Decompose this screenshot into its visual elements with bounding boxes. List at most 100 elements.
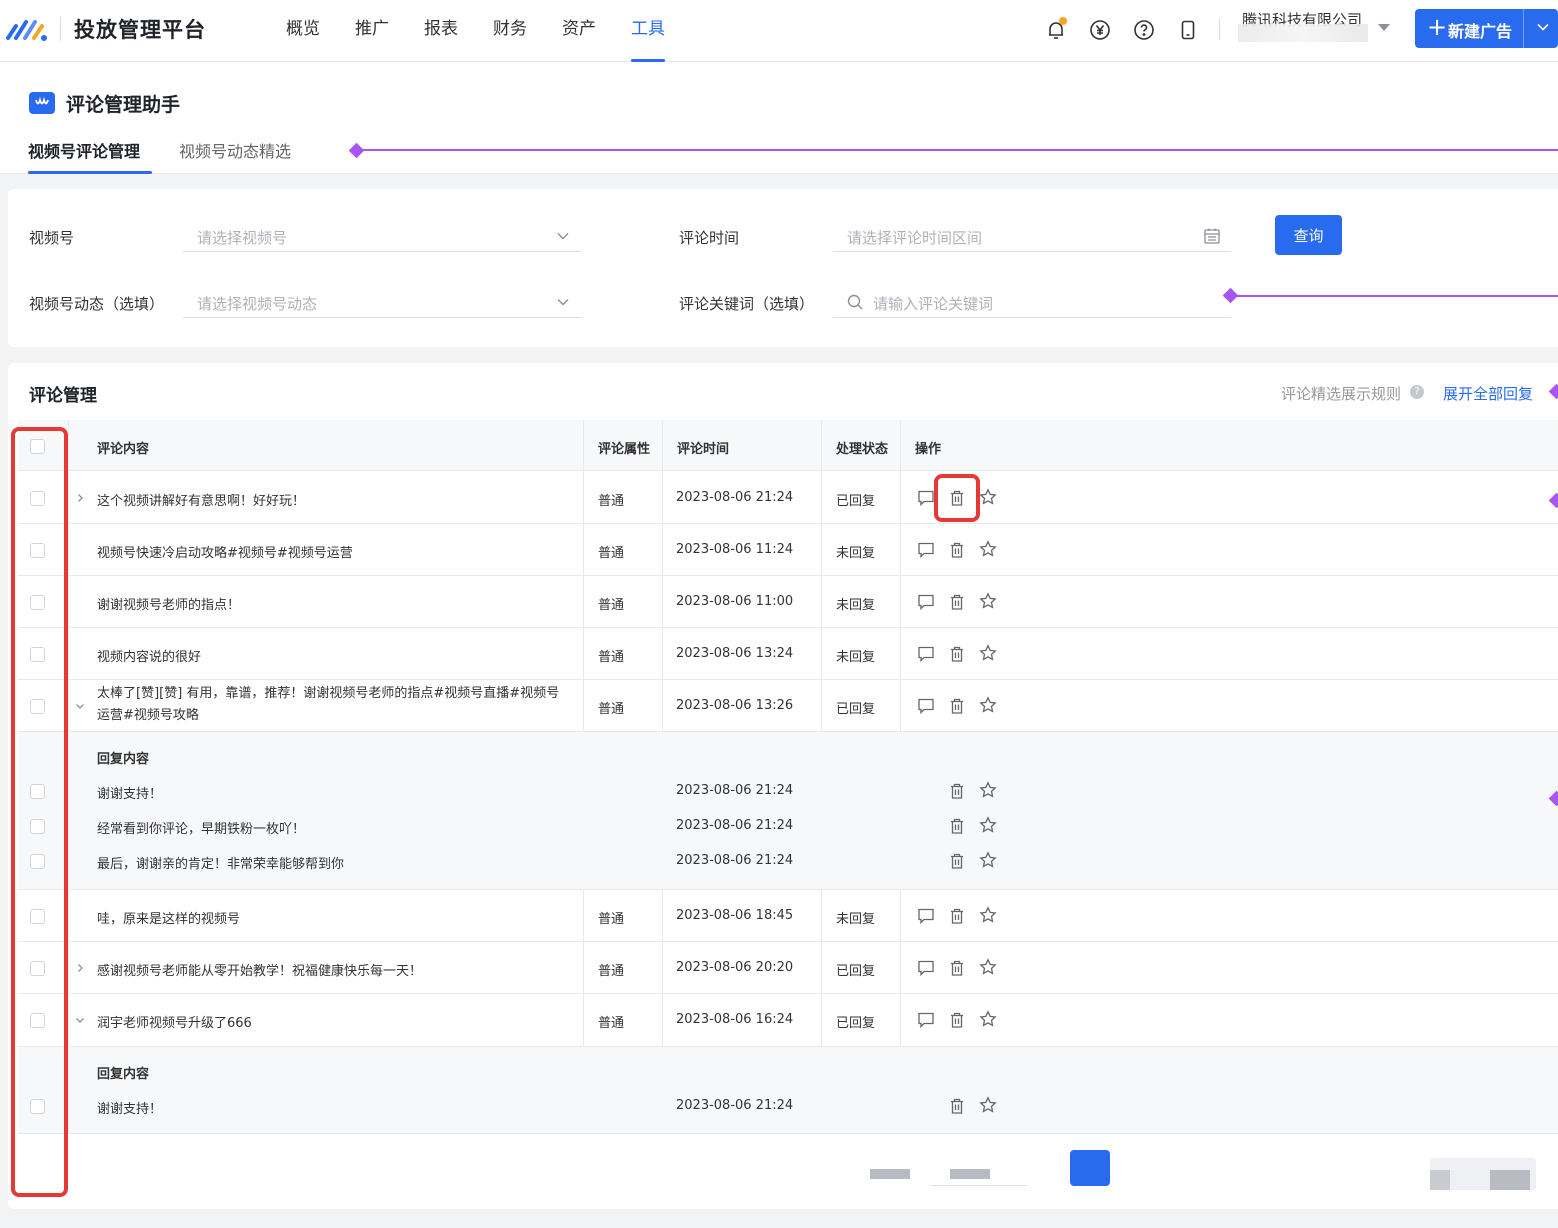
delete-icon[interactable] — [948, 697, 966, 715]
page-size-part — [1490, 1170, 1530, 1190]
menu-item-finance[interactable]: 财务 — [493, 0, 527, 62]
active-tab-indicator — [28, 171, 152, 174]
reply-icon[interactable] — [917, 907, 935, 925]
delete-icon[interactable] — [948, 541, 966, 559]
company-blur — [1238, 24, 1368, 42]
question-icon[interactable]: ? — [1410, 385, 1424, 399]
reply-status: 已回复 — [836, 964, 876, 979]
reply-icon[interactable] — [917, 697, 935, 715]
rules-link[interactable]: 评论精选展示规则 — [1281, 383, 1401, 404]
chevron-right-icon[interactable] — [75, 963, 85, 973]
mobile-icon[interactable] — [1176, 18, 1200, 42]
star-icon[interactable] — [979, 592, 997, 610]
reply-icon[interactable] — [917, 959, 935, 977]
keyword-label: 评论关键词（选填） — [679, 295, 815, 313]
row-divider — [18, 941, 1558, 942]
delete-icon[interactable] — [948, 907, 966, 925]
star-icon[interactable] — [979, 1010, 997, 1028]
reply-icon[interactable] — [917, 593, 935, 611]
comment-time-label: 评论时间 — [679, 229, 740, 247]
tab-comment-management[interactable]: 视频号评论管理 — [28, 138, 140, 162]
menu-item-assets[interactable]: 资产 — [562, 0, 596, 62]
page-header: 评论管理助手 视频号评论管理 视频号动态精选 — [0, 62, 1558, 174]
chevron-down-icon[interactable] — [75, 1015, 85, 1025]
menu-item-promotion[interactable]: 推广 — [355, 0, 389, 62]
menu-item-reports[interactable]: 报表 — [424, 0, 458, 62]
star-icon[interactable] — [979, 540, 997, 558]
platform-logo — [6, 20, 47, 41]
yuan-icon[interactable] — [1088, 18, 1112, 42]
page-item[interactable] — [950, 1169, 990, 1179]
comment-time-picker[interactable]: 请选择评论时间区间 — [833, 222, 1231, 252]
star-icon[interactable] — [979, 958, 997, 976]
row-divider — [18, 993, 1558, 994]
reply-content: 最后，谢谢亲的肯定！非常荣幸能够帮到你 — [97, 857, 345, 872]
star-icon[interactable] — [979, 906, 997, 924]
delete-action-highlight — [934, 474, 980, 522]
keyword-input[interactable]: 请输入评论关键词 — [833, 288, 1231, 318]
header-attribute: 评论属性 — [598, 442, 651, 457]
feed-select[interactable]: 请选择视频号动态 — [183, 288, 581, 318]
comment-attribute: 普通 — [598, 494, 625, 509]
search-icon — [847, 294, 863, 310]
reply-time: 2023-08-06 21:24 — [676, 783, 794, 798]
reply-content: 谢谢支持！ — [97, 787, 163, 802]
video-select[interactable]: 请选择视频号 — [183, 222, 581, 252]
column-divider — [821, 890, 822, 1047]
delete-icon[interactable] — [948, 645, 966, 663]
comment-content: 太棒了[赞][赞] 有用，靠谱，推荐！谢谢视频号老师的指点#视频号直播#视频号运… — [97, 686, 560, 723]
brand-name: 投放管理平台 — [74, 18, 206, 42]
query-button[interactable]: 查询 — [1275, 215, 1342, 255]
delete-icon[interactable] — [948, 1011, 966, 1029]
chevron-down-icon[interactable] — [75, 701, 85, 711]
help-circle-icon[interactable] — [1132, 18, 1156, 42]
delete-icon[interactable] — [948, 593, 966, 611]
calendar-icon — [1204, 228, 1220, 244]
new-ad-label: 新建广告 — [1448, 22, 1513, 41]
reply-section-title: 回复内容 — [97, 752, 150, 767]
menu-item-tools[interactable]: 工具 — [631, 0, 665, 62]
reply-icon[interactable] — [917, 645, 935, 663]
chevron-right-icon[interactable] — [75, 493, 85, 503]
comment-content: 视频号快速冷启动攻略#视频号#视频号运营 — [97, 546, 353, 561]
nav-divider — [60, 17, 61, 41]
star-icon[interactable] — [979, 816, 997, 834]
row-divider — [18, 575, 1558, 576]
row-divider — [18, 523, 1558, 524]
expand-all-replies-link[interactable]: 展开全部回复 — [1443, 383, 1533, 404]
delete-icon[interactable] — [948, 782, 966, 800]
star-icon[interactable] — [979, 1096, 997, 1114]
delete-icon[interactable] — [948, 852, 966, 870]
caret-down-icon[interactable] — [1378, 24, 1390, 31]
page-item[interactable] — [870, 1169, 910, 1179]
star-icon[interactable] — [979, 644, 997, 662]
header-actions: 操作 — [915, 442, 942, 457]
menu-item-overview[interactable]: 概览 — [286, 0, 320, 62]
tab-feed-selection[interactable]: 视频号动态精选 — [179, 138, 291, 162]
delete-icon[interactable] — [948, 817, 966, 835]
comment-time: 2023-08-06 20:20 — [676, 960, 794, 975]
time-placeholder: 请选择评论时间区间 — [847, 229, 983, 247]
new-ad-button[interactable]: + 新建广告 — [1415, 9, 1558, 48]
reply-icon[interactable] — [917, 541, 935, 559]
star-icon[interactable] — [979, 696, 997, 714]
reply-time: 2023-08-06 21:24 — [676, 818, 794, 833]
delete-icon[interactable] — [948, 1097, 966, 1115]
star-icon[interactable] — [979, 488, 997, 506]
comment-attribute: 普通 — [598, 912, 625, 927]
video-label: 视频号 — [29, 229, 75, 247]
reply-icon[interactable] — [917, 489, 935, 507]
reply-status: 未回复 — [836, 546, 876, 561]
main-menu: 概览 推广 报表 财务 资产 工具 — [286, 0, 700, 62]
star-icon[interactable] — [979, 851, 997, 869]
reply-status: 未回复 — [836, 650, 876, 665]
delete-icon[interactable] — [948, 959, 966, 977]
row-divider — [18, 731, 1558, 732]
star-icon[interactable] — [979, 781, 997, 799]
video-placeholder: 请选择视频号 — [197, 229, 288, 247]
chevron-down-icon[interactable] — [1537, 23, 1549, 31]
column-divider — [583, 890, 584, 1047]
current-page[interactable] — [1070, 1150, 1110, 1186]
reply-icon[interactable] — [917, 1011, 935, 1029]
comment-content: 润宇老师视频号升级了666 — [97, 1016, 252, 1031]
